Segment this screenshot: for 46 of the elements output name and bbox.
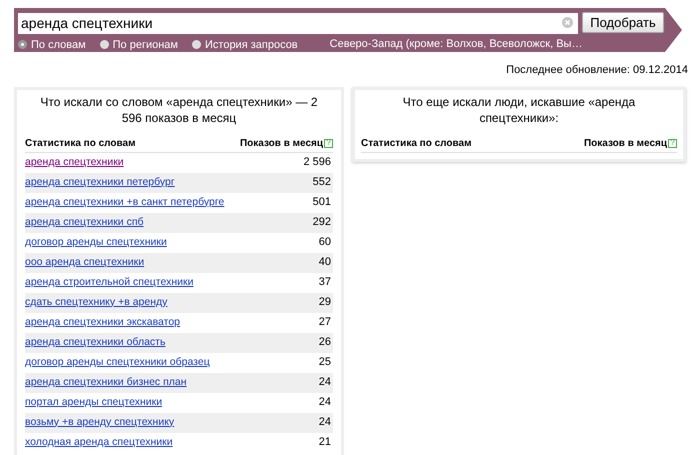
keyword-link[interactable]: договор аренды спецтехники (25, 234, 167, 250)
keyword-link[interactable]: аренда спецтехники бизнес план (25, 374, 187, 390)
count-cell-text: 26 (318, 335, 331, 350)
keyword-link[interactable]: аренда спецтехники экскаватор (25, 314, 180, 330)
count-cell-text: 37 (318, 275, 331, 290)
keyword-link[interactable]: ооо аренда спецтехники (25, 254, 144, 270)
submit-button[interactable]: Подобрать (582, 12, 664, 33)
column-header: Показов в месяц (584, 136, 667, 150)
keyword-link[interactable]: холодная аренда спецтехники (25, 434, 173, 450)
keyword-link[interactable]: аренда строительной спецтехники (25, 274, 194, 290)
column-header: Показов в месяц (240, 136, 323, 150)
panel-title: Что искали со словом «аренда спецтехники» — 2 596 показов в месяц (39, 94, 319, 126)
radio-label[interactable]: По регионам (112, 36, 178, 53)
radio-label[interactable]: История запросов (205, 36, 298, 53)
count-cell-text: 21 (318, 435, 331, 450)
radio-button[interactable] (18, 40, 27, 50)
column-header: Статистика по словам (25, 136, 136, 150)
radio-button[interactable] (192, 40, 201, 50)
keyword-link[interactable]: возьму +в аренду спецтехнику (25, 414, 174, 430)
count-cell-text: 552 (312, 175, 331, 190)
keyword-link[interactable]: аренда спецтехники область (25, 334, 166, 350)
keyword-link[interactable]: аренда спецтехники (25, 154, 124, 170)
count-cell-text: 24 (318, 375, 331, 390)
panel-title: Что еще искали люди, искавшие «аренда спецтехники»: (402, 94, 636, 126)
count-cell-text: 60 (318, 235, 331, 250)
keyword-link[interactable]: портал аренды спецтехники (25, 394, 162, 410)
keyword-link[interactable]: аренда спецтехники петербург (25, 174, 175, 190)
keyword-link[interactable]: договор аренды спецтехники образец (25, 354, 210, 370)
keyword-link[interactable]: аренда спецтехники спб (25, 214, 144, 230)
radio-label[interactable]: По словам (31, 36, 86, 53)
count-cell-text: 501 (312, 195, 331, 210)
count-cell-text: 40 (318, 255, 331, 270)
count-cell-text: 29 (318, 295, 331, 310)
count-cell-text: 24 (318, 415, 331, 430)
column-header: Статистика по словам (361, 136, 472, 150)
region-link[interactable]: Северо-Запад (кроме: Волхов, Всеволожск, Вы… (330, 36, 582, 54)
count-cell-text: 27 (318, 315, 331, 330)
keyword-link[interactable]: аренда спецтехники +в санкт петербурге (25, 194, 224, 210)
count-cell-text: 24 (318, 395, 331, 410)
radio-button[interactable] (100, 40, 109, 50)
count-cell-text: 2 596 (303, 155, 331, 170)
last-update-text: Последнее обновление: 09.12.2014 (506, 63, 688, 78)
search-field[interactable]: аренда спецтехники (18, 13, 578, 34)
keyword-link[interactable]: сдать спецтехнику +в аренду (25, 294, 168, 310)
count-cell-text: 25 (318, 355, 331, 370)
count-cell-text: 292 (312, 215, 331, 230)
